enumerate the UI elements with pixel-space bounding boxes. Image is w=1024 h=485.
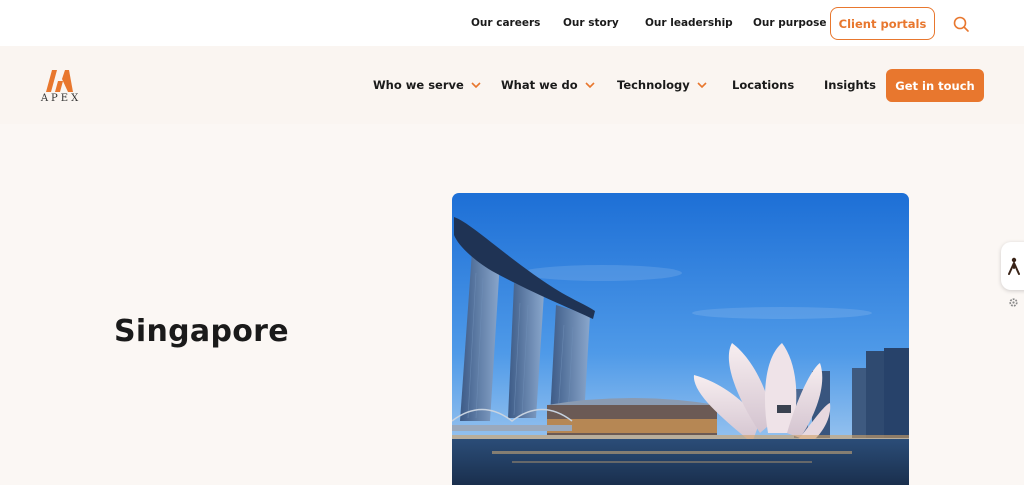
nav-label: Who we serve bbox=[373, 78, 464, 92]
main-nav: APEX Who we serve What we do Technology … bbox=[0, 46, 1024, 124]
singapore-skyline-image bbox=[452, 193, 909, 485]
chevron-down-icon bbox=[585, 82, 595, 89]
nav-locations[interactable]: Locations bbox=[732, 78, 794, 92]
utility-bar: Our careers Our story Our leadership Our… bbox=[0, 0, 1024, 46]
accessibility-widget[interactable] bbox=[1001, 242, 1024, 290]
gear-icon[interactable] bbox=[1008, 297, 1019, 308]
logo-wordmark: APEX bbox=[40, 93, 82, 104]
hero-image-singapore bbox=[452, 193, 909, 485]
nav-technology[interactable]: Technology bbox=[617, 78, 708, 92]
top-link-story[interactable]: Our story bbox=[563, 17, 619, 29]
client-portals-button[interactable]: Client portals bbox=[830, 7, 935, 40]
accessibility-icon bbox=[1008, 257, 1020, 275]
chevron-down-icon bbox=[697, 82, 707, 89]
nav-label: Technology bbox=[617, 78, 690, 92]
chevron-down-icon bbox=[471, 82, 481, 89]
nav-label: What we do bbox=[501, 78, 578, 92]
top-link-purpose[interactable]: Our purpose bbox=[753, 17, 827, 29]
page-title: Singapore bbox=[114, 314, 289, 349]
get-in-touch-button[interactable]: Get in touch bbox=[886, 69, 984, 102]
nav-insights[interactable]: Insights bbox=[824, 78, 876, 92]
nav-label: Locations bbox=[732, 78, 795, 92]
search-icon[interactable] bbox=[951, 14, 971, 34]
apex-logo[interactable]: APEX bbox=[38, 66, 84, 106]
nav-what-we-do[interactable]: What we do bbox=[501, 78, 596, 92]
apex-logo-mark-icon bbox=[46, 70, 73, 92]
top-link-careers[interactable]: Our careers bbox=[471, 17, 540, 29]
nav-label: Insights bbox=[824, 78, 877, 92]
top-link-leadership[interactable]: Our leadership bbox=[645, 17, 733, 29]
nav-who-we-serve[interactable]: Who we serve bbox=[373, 78, 482, 92]
